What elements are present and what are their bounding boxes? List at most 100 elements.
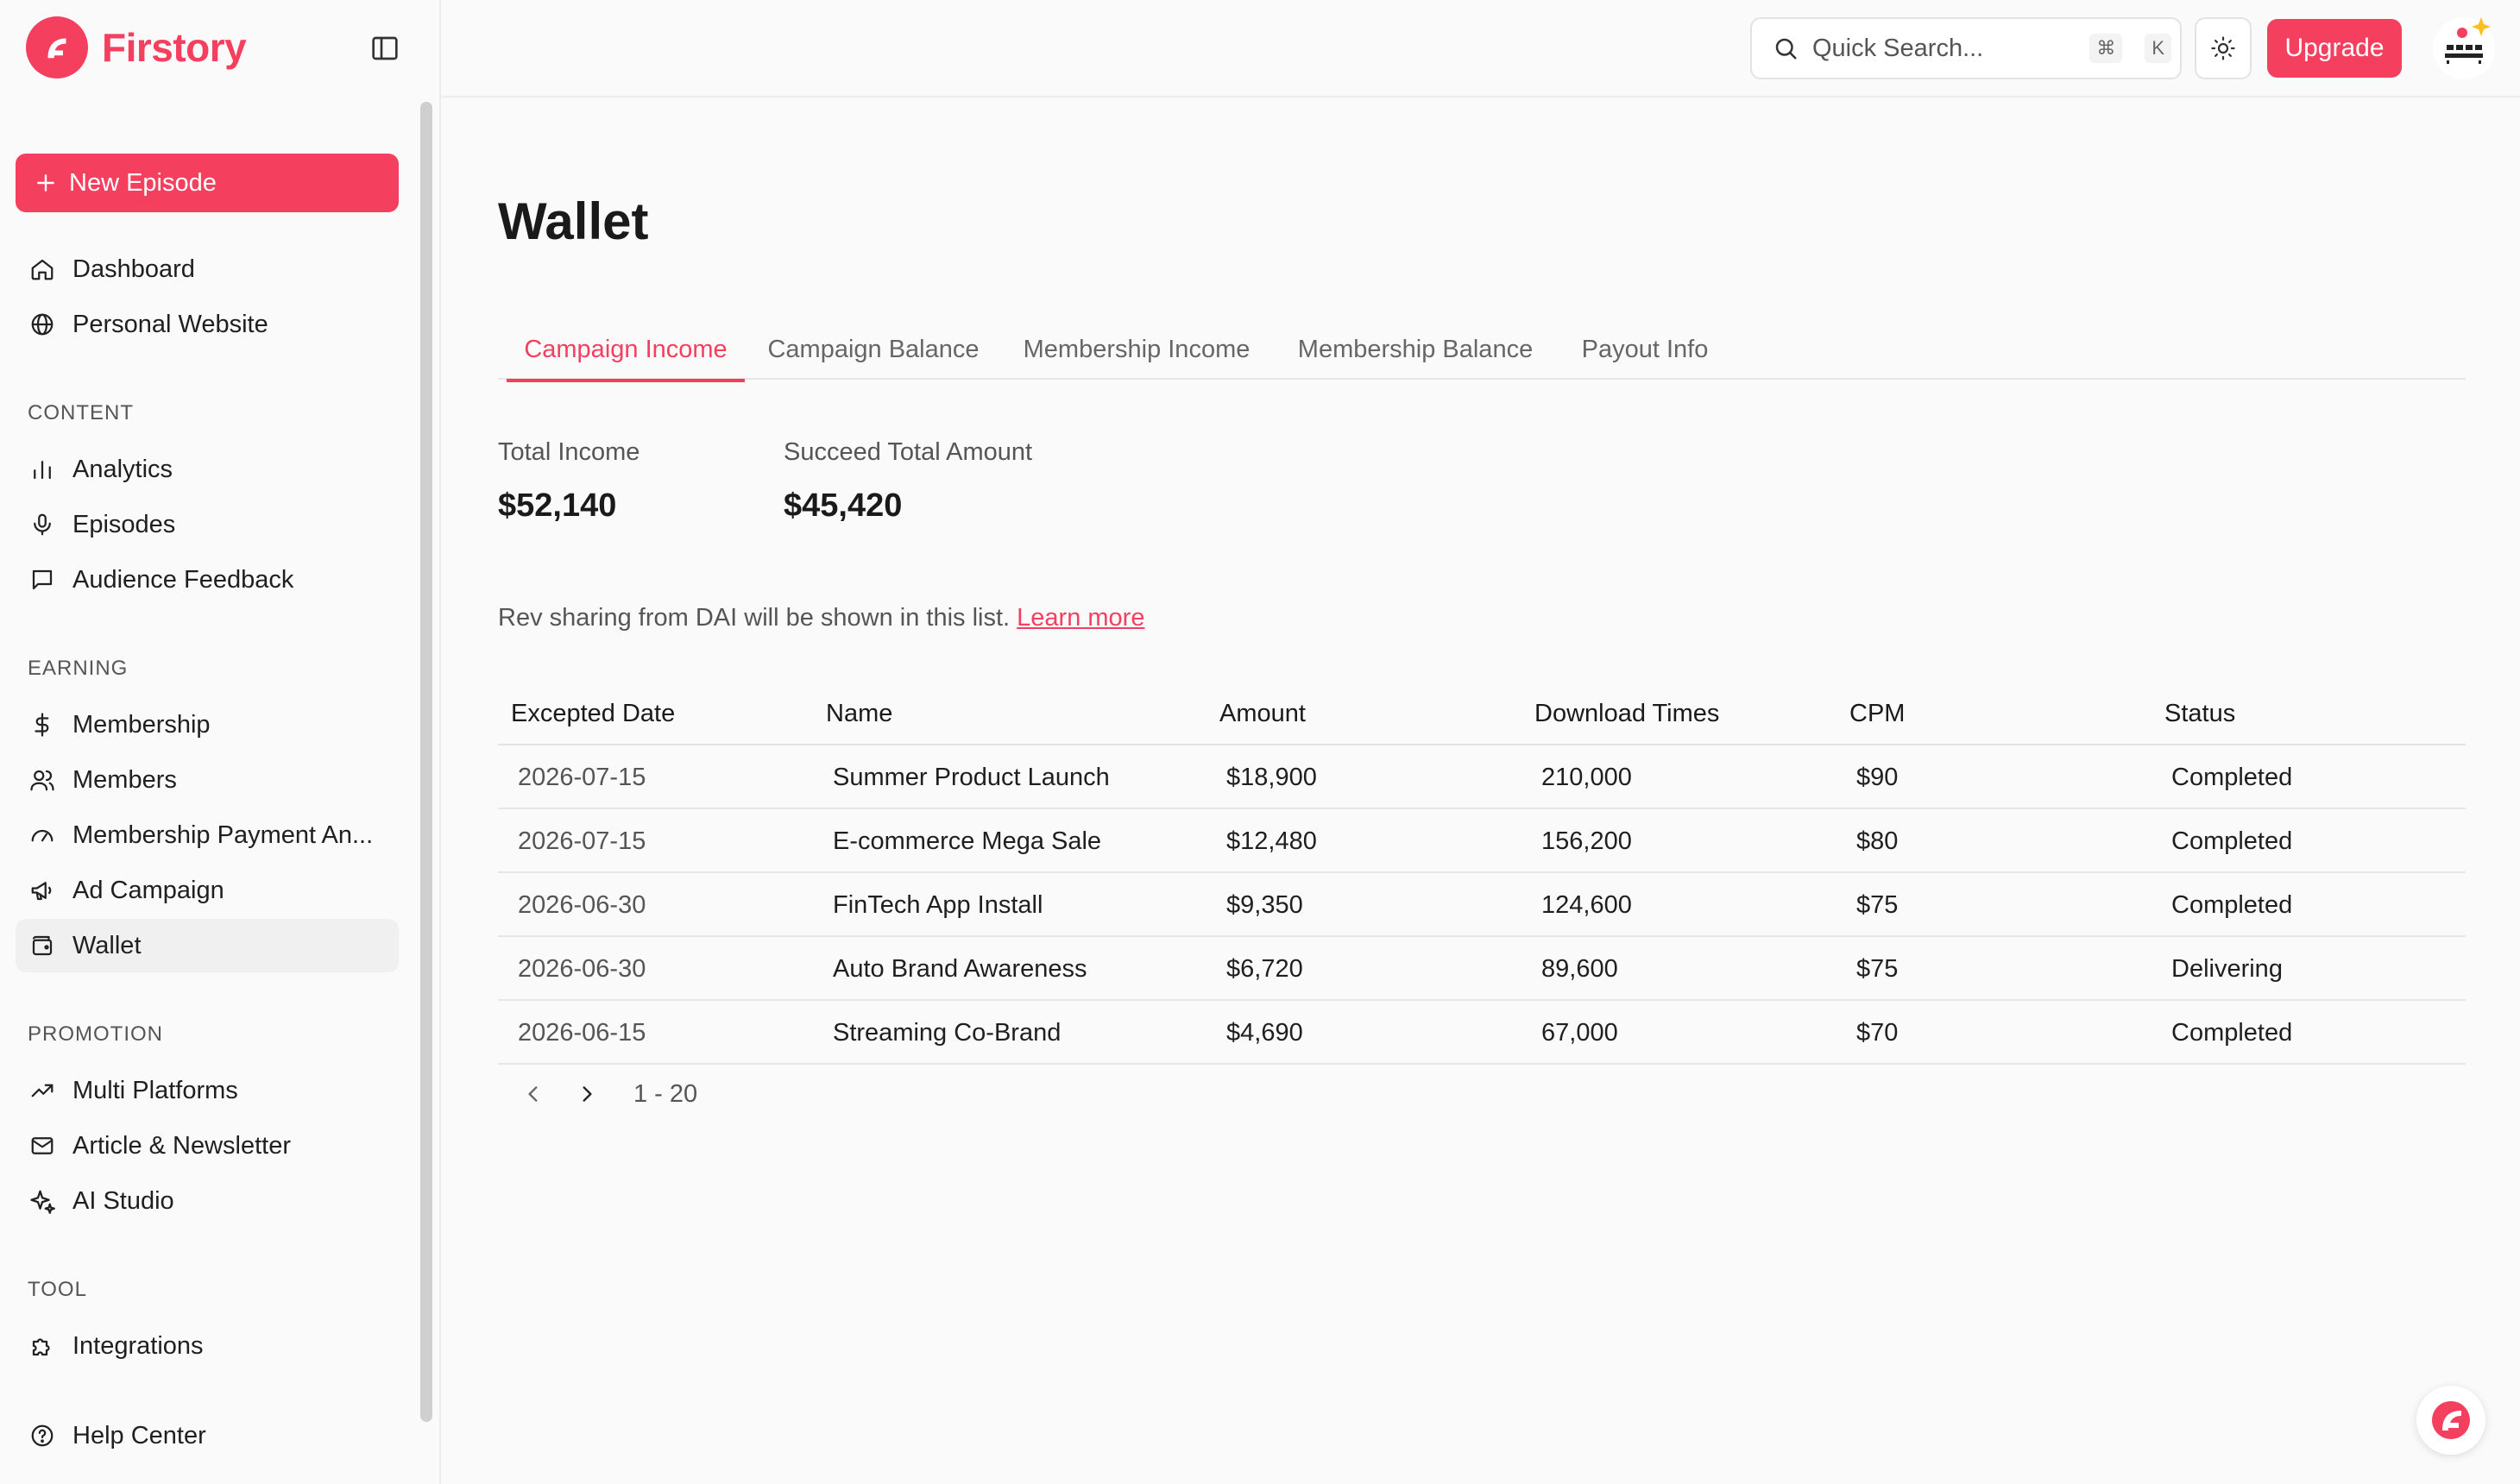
sidebar-item-label: Ad Campaign: [72, 876, 224, 904]
section-label-earning: EARNING: [28, 657, 129, 680]
cell-download-times: 156,200: [1541, 827, 1632, 855]
sidebar-item-article-newsletter[interactable]: Article & Newsletter: [16, 1119, 399, 1173]
sidebar-item-episodes[interactable]: Episodes: [16, 498, 399, 551]
bar-chart-icon: [28, 455, 57, 484]
cell-name: FinTech App Install: [833, 890, 1043, 919]
table-row[interactable]: 2026-07-15 Summer Product Launch $18,900…: [498, 745, 2466, 809]
pagination-range: 1 - 20: [633, 1079, 698, 1108]
wallet-icon: [28, 931, 57, 960]
sidebar-item-multi-platforms[interactable]: Multi Platforms: [16, 1064, 399, 1117]
succeed-total-amount-value: $45,420: [784, 487, 903, 524]
new-episode-label: New Episode: [69, 168, 217, 197]
sidebar-item-label: AI Studio: [72, 1186, 174, 1215]
succeed-total-amount-label: Succeed Total Amount: [784, 438, 1033, 466]
microphone-icon: [28, 510, 57, 539]
column-header-amount[interactable]: Amount: [1219, 682, 1306, 745]
firstory-logo-icon: [2432, 1401, 2470, 1439]
column-header-name[interactable]: Name: [826, 682, 892, 745]
total-income-value: $52,140: [498, 487, 617, 524]
firstory-logo-icon: [26, 16, 88, 79]
tab-campaign-income[interactable]: Campaign Income: [507, 319, 745, 382]
sidebar-item-audience-feedback[interactable]: Audience Feedback: [16, 553, 399, 607]
cell-cpm: $75: [1856, 954, 1899, 983]
mail-icon: [28, 1131, 57, 1160]
dollar-icon: [28, 710, 57, 739]
cell-download-times: 89,600: [1541, 954, 1618, 983]
cell-status: Delivering: [2171, 954, 2283, 983]
sidebar-item-label: Multi Platforms: [72, 1076, 238, 1104]
upgrade-button[interactable]: Upgrade: [2267, 19, 2402, 78]
cell-name: Summer Product Launch: [833, 763, 1110, 791]
tab-membership-balance[interactable]: Membership Balance: [1290, 319, 1540, 380]
sidebar-item-label: Audience Feedback: [72, 565, 294, 594]
cell-date: 2026-06-30: [518, 890, 646, 919]
cell-download-times: 67,000: [1541, 1018, 1618, 1047]
cell-date: 2026-06-30: [518, 954, 646, 983]
sidebar-item-help-center[interactable]: Help Center: [16, 1409, 399, 1462]
cell-name: Auto Brand Awareness: [833, 954, 1087, 983]
sidebar-item-label: Personal Website: [72, 310, 268, 338]
table-row[interactable]: 2026-06-30 Auto Brand Awareness $6,720 8…: [498, 937, 2466, 1001]
home-icon: [28, 255, 57, 284]
section-label-promotion: PROMOTION: [28, 1022, 163, 1046]
sidebar-item-ad-campaign[interactable]: Ad Campaign: [16, 864, 399, 917]
tab-membership-income[interactable]: Membership Income: [1016, 319, 1257, 380]
cell-cpm: $90: [1856, 763, 1899, 791]
sidebar-item-personal-website[interactable]: Personal Website: [16, 298, 399, 351]
shortcut-cmd-key: ⌘: [2089, 34, 2123, 63]
new-episode-button[interactable]: New Episode: [16, 154, 399, 212]
theme-toggle-button[interactable]: [2195, 17, 2252, 79]
cell-download-times: 210,000: [1541, 763, 1632, 791]
cell-amount: $6,720: [1226, 954, 1303, 983]
table-row[interactable]: 2026-06-30 FinTech App Install $9,350 12…: [498, 873, 2466, 937]
plus-icon: [37, 174, 54, 192]
column-header-expected-date[interactable]: Excepted Date: [511, 682, 675, 745]
sidebar-item-ai-studio[interactable]: AI Studio: [16, 1174, 399, 1228]
column-header-download-times[interactable]: Download Times: [1534, 682, 1719, 745]
quick-search-input[interactable]: Quick Search... ⌘ K: [1750, 17, 2182, 79]
column-header-cpm[interactable]: CPM: [1849, 682, 1905, 745]
cell-amount: $4,690: [1226, 1018, 1303, 1047]
sidebar-item-membership[interactable]: Membership: [16, 698, 399, 751]
sidebar-scrollbar[interactable]: [420, 102, 432, 1422]
sparkles-icon: [28, 1186, 57, 1216]
cell-amount: $12,480: [1226, 827, 1317, 855]
sidebar-item-membership-payment-analytics[interactable]: Membership Payment An...: [16, 808, 399, 862]
sidebar-item-analytics[interactable]: Analytics: [16, 443, 399, 496]
cell-cpm: $80: [1856, 827, 1899, 855]
cell-date: 2026-07-15: [518, 827, 646, 855]
sun-icon: [2211, 36, 2235, 60]
sidebar-item-wallet[interactable]: Wallet: [16, 919, 399, 972]
support-chat-button[interactable]: [2416, 1386, 2485, 1455]
column-header-status[interactable]: Status: [2164, 682, 2235, 745]
cell-status: Completed: [2171, 827, 2293, 855]
search-icon: [1775, 38, 1797, 60]
sidebar-item-label: Episodes: [72, 510, 176, 538]
note-text: Rev sharing from DAI will be shown in th…: [498, 604, 1011, 632]
cell-status: Completed: [2171, 763, 2293, 791]
cell-cpm: $75: [1856, 890, 1899, 919]
cell-date: 2026-07-15: [518, 763, 646, 791]
sidebar-item-dashboard[interactable]: Dashboard: [16, 242, 399, 296]
cell-status: Completed: [2171, 1018, 2293, 1047]
sidebar-item-label: Article & Newsletter: [72, 1131, 292, 1160]
sidebar-item-members[interactable]: Members: [16, 753, 399, 807]
sidebar-item-integrations[interactable]: Integrations: [16, 1319, 399, 1373]
avatar[interactable]: [2431, 16, 2497, 81]
chevron-left-icon[interactable]: [518, 1078, 549, 1110]
chevron-right-icon[interactable]: [571, 1078, 602, 1110]
firstory-logo[interactable]: Firstory: [26, 16, 247, 79]
table-row[interactable]: 2026-06-15 Streaming Co-Brand $4,690 67,…: [498, 1001, 2466, 1065]
learn-more-link[interactable]: Learn more: [1017, 604, 1144, 632]
sidebar-item-label: Help Center: [72, 1421, 206, 1449]
cell-cpm: $70: [1856, 1018, 1899, 1047]
table-row[interactable]: 2026-07-15 E-commerce Mega Sale $12,480 …: [498, 809, 2466, 873]
cell-name: Streaming Co-Brand: [833, 1018, 1062, 1047]
gauge-icon: [28, 821, 57, 850]
tab-payout-info[interactable]: Payout Info: [1572, 319, 1718, 380]
sidebar-item-label: Analytics: [72, 455, 173, 483]
sidebar-toggle-icon[interactable]: [368, 33, 402, 64]
total-income-label: Total Income: [498, 438, 640, 466]
wallet-tabs: Campaign Income Campaign Balance Members…: [498, 319, 2466, 382]
tab-campaign-balance[interactable]: Campaign Balance: [765, 319, 981, 380]
